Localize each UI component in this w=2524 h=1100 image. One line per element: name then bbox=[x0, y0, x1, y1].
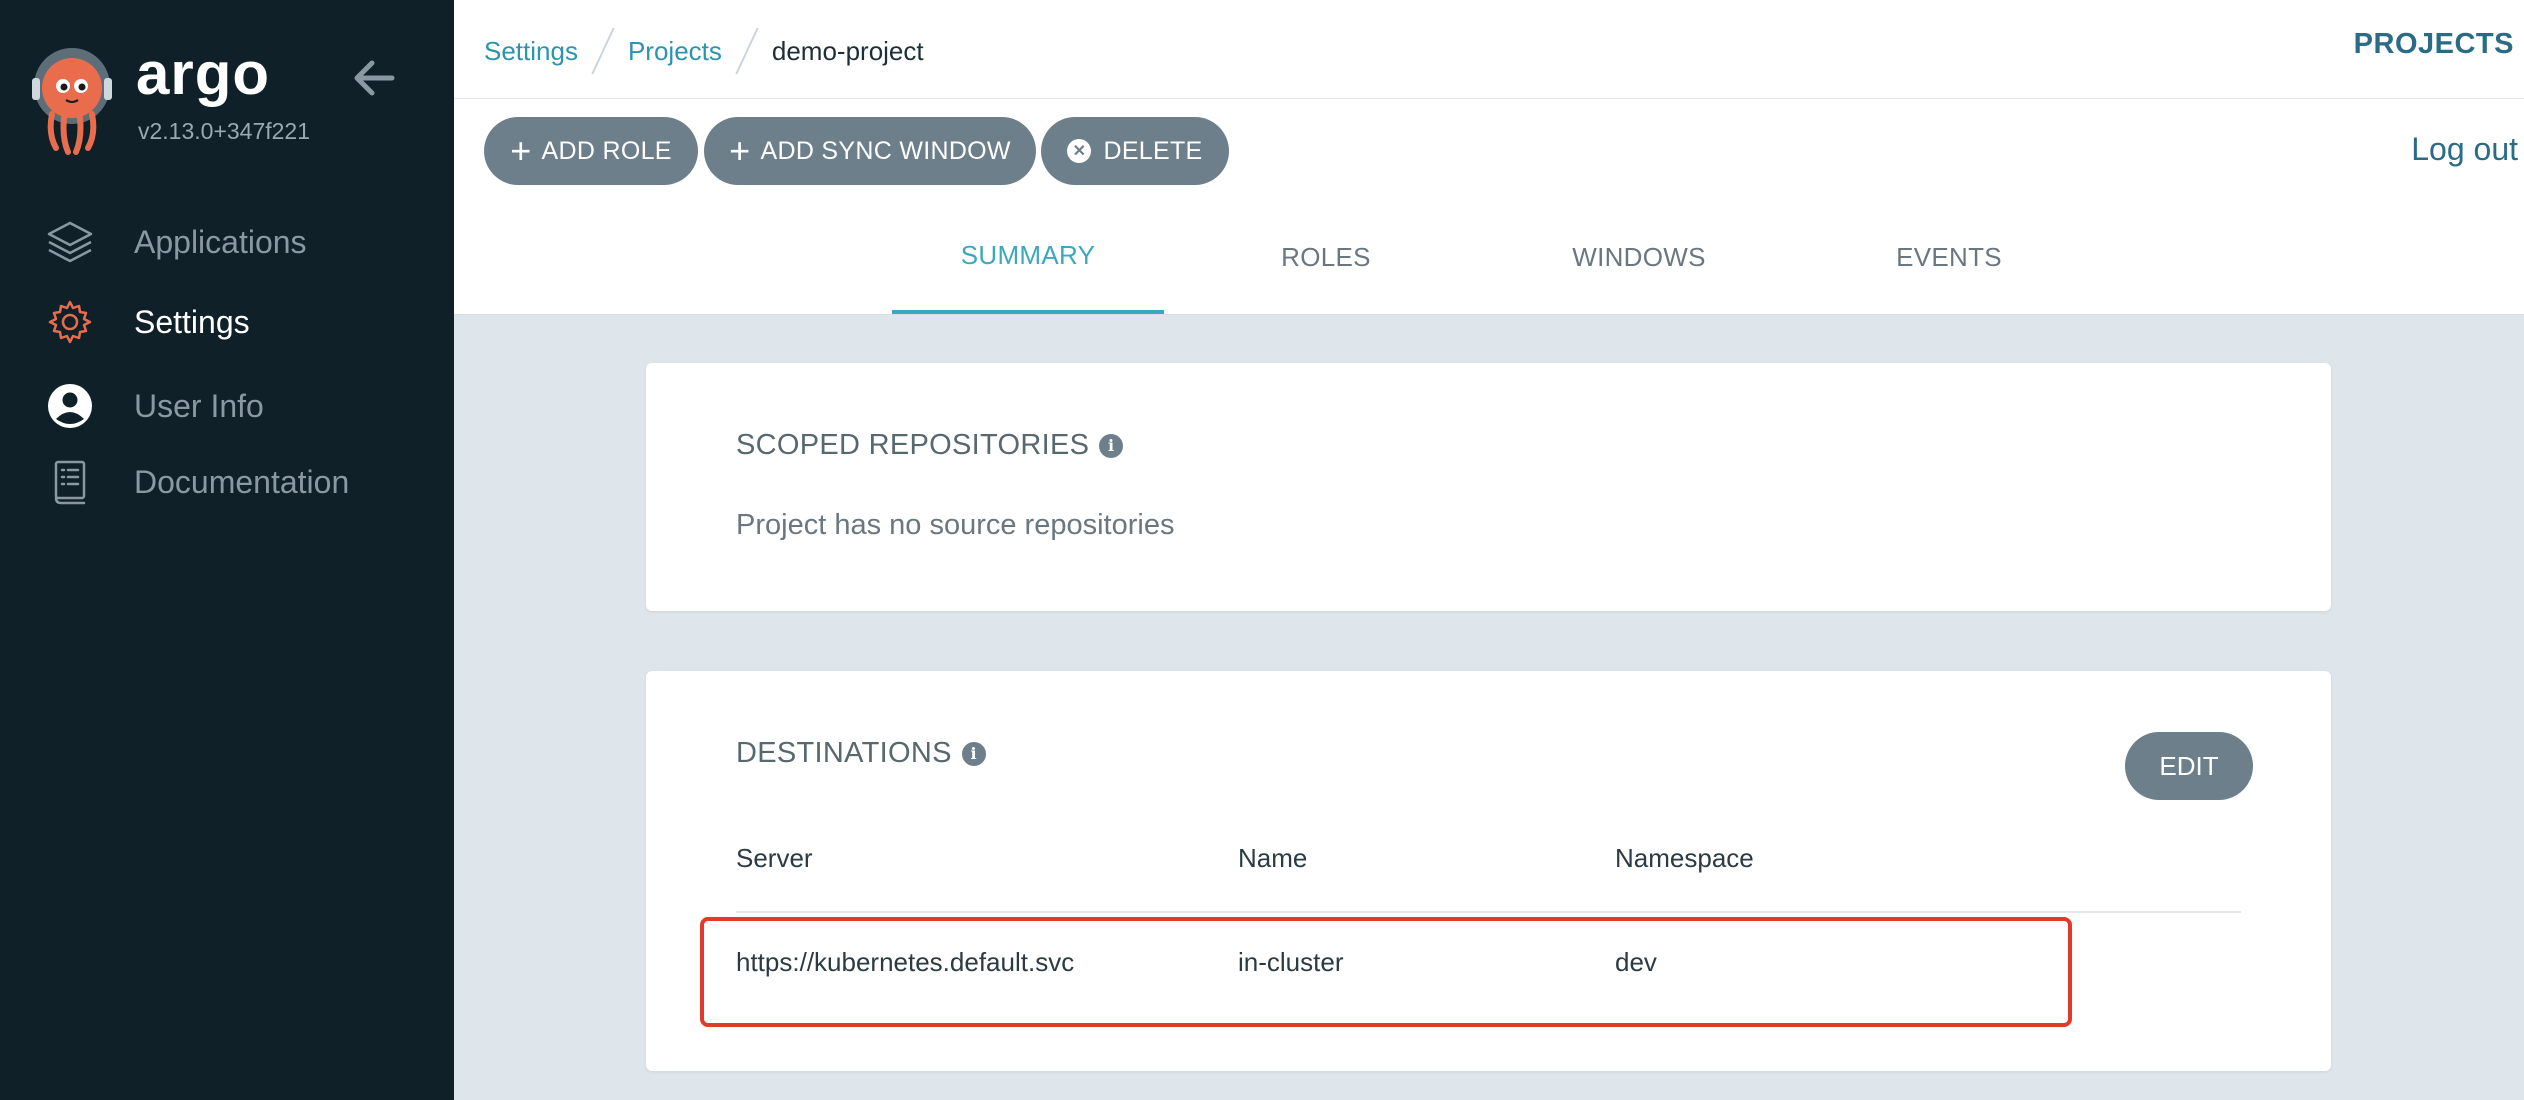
breadcrumb-separator bbox=[735, 28, 759, 74]
sidebar-item-documentation[interactable]: Documentation bbox=[0, 450, 454, 514]
argo-logo[interactable] bbox=[30, 44, 114, 156]
tab-bar: SUMMARY ROLES WINDOWS EVENTS bbox=[454, 200, 2524, 315]
destinations-card: DESTINATIONS i EDIT Server Name Namespac… bbox=[646, 671, 2331, 1071]
column-header-name: Name bbox=[1238, 843, 1308, 873]
delete-label: DELETE bbox=[1103, 136, 1203, 165]
action-bar: + ADD ROLE + ADD SYNC WINDOW ✕ DELETE Lo… bbox=[454, 99, 2524, 201]
info-icon[interactable]: i bbox=[961, 741, 986, 766]
version-label: v2.13.0+347f221 bbox=[138, 118, 311, 144]
add-role-button[interactable]: + ADD ROLE bbox=[484, 117, 698, 185]
sidebar-item-label: Applications bbox=[134, 223, 307, 260]
breadcrumb-projects[interactable]: Projects bbox=[628, 36, 722, 67]
breadcrumb-current: demo-project bbox=[771, 35, 924, 66]
sidebar-item-applications[interactable]: Applications bbox=[0, 210, 454, 274]
gear-icon bbox=[44, 296, 96, 348]
add-sync-window-button[interactable]: + ADD SYNC WINDOW bbox=[704, 117, 1036, 185]
sidebar-item-label: Settings bbox=[134, 303, 250, 340]
plus-icon: + bbox=[729, 130, 751, 171]
scoped-repositories-card: SCOPED REPOSITORIES i Project has no sou… bbox=[646, 363, 2331, 611]
book-icon bbox=[44, 456, 96, 508]
destinations-title: DESTINATIONS i bbox=[736, 737, 986, 770]
empty-repositories-text: Project has no source repositories bbox=[736, 509, 1175, 541]
edit-destinations-button[interactable]: EDIT bbox=[2125, 732, 2253, 800]
highlight-box bbox=[700, 917, 2072, 1027]
sidebar-item-label: User Info bbox=[134, 387, 264, 424]
user-icon bbox=[44, 380, 96, 432]
tab-events[interactable]: EVENTS bbox=[1844, 200, 2054, 314]
page-title: PROJECTS bbox=[2353, 28, 2514, 60]
destinations-title-text: DESTINATIONS bbox=[736, 737, 952, 769]
info-icon[interactable]: i bbox=[1099, 433, 1124, 458]
logout-link[interactable]: Log out bbox=[2411, 131, 2518, 168]
plus-icon: + bbox=[510, 130, 532, 171]
sidebar: argo v2.13.0+347f221 Applications Settin… bbox=[0, 0, 454, 1100]
tab-roles[interactable]: ROLES bbox=[1226, 200, 1426, 314]
tab-summary[interactable]: SUMMARY bbox=[892, 200, 1164, 314]
scoped-repositories-title-text: SCOPED REPOSITORIES bbox=[736, 429, 1090, 461]
brand-name: argo bbox=[136, 40, 271, 107]
tab-windows[interactable]: WINDOWS bbox=[1524, 200, 1754, 314]
top-bar: Settings Projects demo-project PROJECTS bbox=[454, 0, 2524, 99]
scoped-repositories-title: SCOPED REPOSITORIES i bbox=[736, 429, 1124, 462]
layers-icon bbox=[44, 216, 96, 268]
breadcrumb-separator bbox=[591, 28, 615, 74]
add-sync-window-label: ADD SYNC WINDOW bbox=[760, 136, 1011, 165]
sidebar-item-user-info[interactable]: User Info bbox=[0, 374, 454, 438]
column-header-namespace: Namespace bbox=[1615, 843, 1754, 873]
collapse-sidebar-button[interactable] bbox=[352, 58, 396, 98]
sidebar-item-settings[interactable]: Settings bbox=[0, 290, 454, 354]
close-circle-icon: ✕ bbox=[1067, 139, 1092, 163]
breadcrumb: Settings Projects demo-project bbox=[484, 28, 924, 74]
add-role-label: ADD ROLE bbox=[541, 136, 672, 165]
column-header-server: Server bbox=[736, 843, 813, 873]
delete-button[interactable]: ✕ DELETE bbox=[1041, 117, 1229, 185]
breadcrumb-settings[interactable]: Settings bbox=[484, 36, 578, 67]
arrow-left-icon bbox=[354, 60, 395, 96]
table-header-divider bbox=[736, 911, 2241, 913]
sidebar-item-label: Documentation bbox=[134, 463, 350, 500]
